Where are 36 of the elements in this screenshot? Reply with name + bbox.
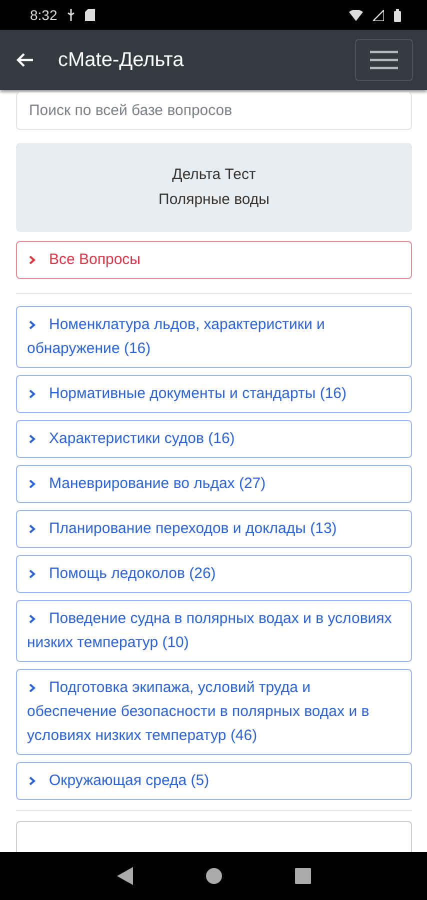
app-title: cMate-Дельта — [58, 48, 185, 72]
card-text: Полярные воды — [158, 191, 270, 208]
chevron-icon — [27, 776, 37, 786]
category-button[interactable]: Нормативные документы и стандарты (16) — [16, 375, 412, 414]
wifi-icon — [349, 10, 363, 20]
home-icon[interactable] — [206, 868, 222, 884]
chevron-icon — [27, 255, 37, 266]
category-button[interactable]: Подготовка экипажа, условий труда и обеспечение безопасности в полярных водах и в условиях низких температур (46) — [16, 669, 412, 756]
category-button[interactable]: Помощь ледоколов (26) — [16, 555, 412, 594]
sd-card-icon — [85, 9, 96, 21]
chevron-icon — [27, 479, 37, 490]
menu-button[interactable] — [355, 39, 413, 81]
signal-icon — [373, 10, 384, 20]
chevron-icon — [27, 320, 37, 330]
chevron-icon — [27, 434, 37, 444]
chevron-icon — [27, 614, 37, 624]
chevron-icon — [27, 389, 37, 400]
menu-icon — [370, 50, 398, 70]
status-time: 8:32 — [30, 7, 58, 23]
recents-icon[interactable] — [294, 868, 310, 884]
search-field[interactable]: Поиск по всей базе вопросов — [16, 92, 412, 130]
back-arrow-icon[interactable] — [16, 52, 34, 68]
usb-icon — [67, 9, 76, 21]
chevron-icon — [27, 524, 37, 534]
category-button[interactable]: Номенклатура льдов, характеристики и обнаружение (16) — [16, 306, 412, 368]
card-text: Дельта Тест — [172, 166, 256, 184]
category-button[interactable]: Планирование переходов и доклады (13) — [16, 510, 412, 548]
back-icon[interactable] — [116, 867, 132, 885]
chevron-icon — [27, 569, 37, 580]
category-button[interactable]: Окружающая среда (5) — [16, 762, 412, 800]
all-questions-button[interactable]: Все Вопросы — [16, 241, 412, 280]
category-button[interactable]: Маневрирование во льдах (27) — [16, 465, 412, 504]
category-button[interactable]: Характеристики судов (16) — [16, 420, 412, 458]
chevron-icon — [27, 683, 37, 694]
battery-icon — [394, 8, 401, 22]
category-button[interactable]: Поведение судна в полярных водах и в условиях низких температур (10) — [16, 600, 412, 662]
